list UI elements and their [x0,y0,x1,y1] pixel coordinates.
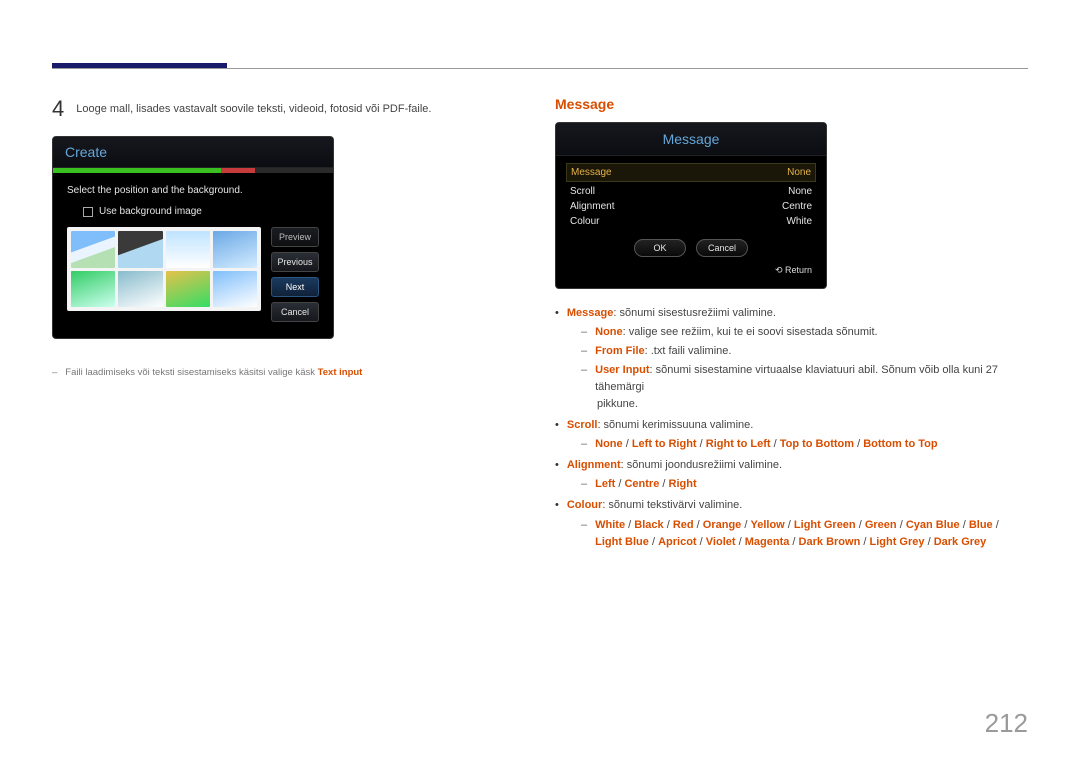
description-list: Message: sõnumi sisestusrežiimi valimine… [555,305,1028,551]
row-label: Colour [570,216,599,227]
row-value: Centre [782,201,812,212]
scroll-options: None / Left to Right / Right to Left / T… [595,436,937,453]
scroll-row[interactable]: Scroll None [570,184,812,199]
previous-button[interactable]: Previous [271,252,319,272]
use-background-checkbox[interactable]: Use background image [67,206,319,217]
checkbox-label: Use background image [99,206,202,217]
step-number: 4 [52,96,64,122]
return-button[interactable]: Return [570,265,812,276]
message-panel: Message Message None Scroll None Alignme… [555,122,827,289]
create-panel: Create Select the position and the backg… [52,136,334,339]
footnote-text: Faili laadimiseks või teksti sisestamise… [65,367,317,378]
preview-button[interactable]: Preview [271,227,319,247]
create-subheading: Select the position and the background. [67,185,319,196]
row-label: Scroll [570,186,595,197]
header-rule [52,68,1028,69]
row-label: Message [571,167,612,178]
left-column: 4 Looge mall, lisades vastavalt soovile … [52,96,525,551]
step-4: 4 Looge mall, lisades vastavalt soovile … [52,96,525,122]
background-thumbnails[interactable] [67,227,261,311]
colour-row[interactable]: Colour White [570,214,812,229]
cancel-button[interactable]: Cancel [696,239,748,257]
alignment-row[interactable]: Alignment Centre [570,199,812,214]
message-row-selected[interactable]: Message None [566,163,816,182]
page-number: 212 [985,708,1028,739]
footnote: ‒ Faili laadimiseks või teksti sisestami… [52,367,525,378]
row-value: White [786,216,812,227]
cancel-button[interactable]: Cancel [271,302,319,322]
checkbox-icon [83,207,93,217]
row-value: None [788,186,812,197]
ok-button[interactable]: OK [634,239,686,257]
row-label: Alignment [570,201,614,212]
colour-options: White / Black / Red / Orange / Yellow / … [595,517,1028,551]
message-panel-title: Message [556,123,826,156]
create-panel-title: Create [53,137,333,168]
right-column: Message Message Message None Scroll None… [555,96,1028,551]
footnote-highlight: Text input [318,367,363,378]
section-heading: Message [555,96,1028,112]
next-button[interactable]: Next [271,277,319,297]
row-value: None [787,167,811,178]
step-text: Looge mall, lisades vastavalt soovile te… [76,96,431,117]
alignment-options: Left / Centre / Right [595,476,697,493]
